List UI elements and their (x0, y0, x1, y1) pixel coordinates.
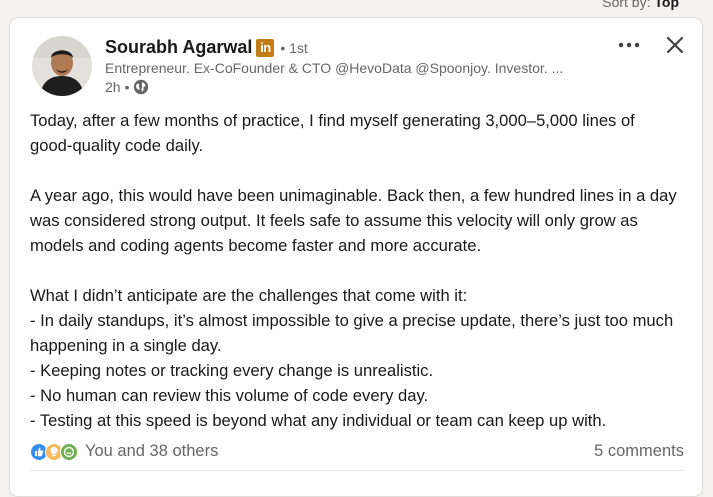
connection-degree: • 1st (280, 39, 308, 56)
more-options-button[interactable] (616, 32, 642, 58)
post-meta: 2h • (105, 79, 149, 95)
sort-control[interactable]: Sort by: Top (602, 0, 679, 10)
sort-value[interactable]: Top (654, 0, 679, 10)
meta-separator: • (124, 79, 130, 95)
post-time: 2h (105, 79, 121, 95)
linkedin-premium-icon: in (256, 38, 275, 57)
avatar[interactable] (32, 36, 92, 96)
reaction-count[interactable]: You and 38 others (85, 442, 218, 461)
post-body-text: Today, after a few months of practice, I… (30, 111, 677, 430)
author-name[interactable]: Sourabh Agarwal in • 1st (105, 37, 308, 58)
globe-icon (133, 79, 149, 95)
comment-count[interactable]: 5 comments (594, 442, 684, 461)
reaction-icons[interactable] (30, 443, 82, 461)
divider (30, 470, 684, 471)
sort-label: Sort by: (602, 0, 651, 10)
close-button[interactable] (661, 31, 689, 59)
social-counts: You and 38 others 5 comments (30, 440, 684, 464)
support-icon (60, 443, 78, 461)
author-name-text[interactable]: Sourabh Agarwal (105, 37, 252, 58)
author-headline: Entrepreneur. Ex-CoFounder & CTO @HevoDa… (105, 60, 564, 76)
post-card: Sourabh Agarwal in • 1st Entrepreneur. E… (9, 17, 703, 497)
